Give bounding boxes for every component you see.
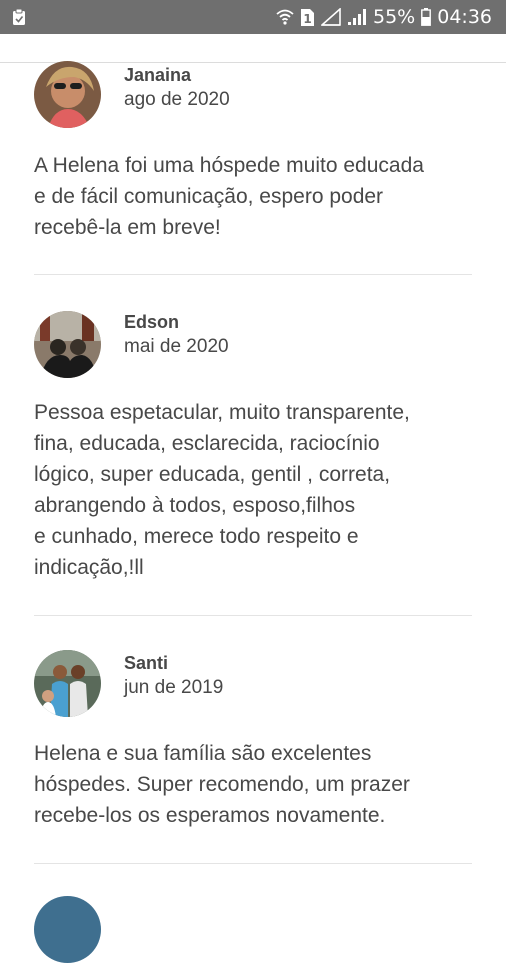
reviewer-avatar[interactable] [34,896,101,963]
review-date: ago de 2020 [124,89,230,110]
review-item: Janaina ago de 2020 A Helena foi uma hós… [34,61,472,261]
no-signal-icon [321,8,341,26]
divider [34,615,472,616]
review-date: jun de 2019 [124,677,224,698]
wifi-icon [276,9,294,25]
svg-text:1: 1 [303,12,311,26]
battery-icon [421,8,432,26]
reviewer-avatar[interactable] [34,650,101,717]
review-text: Pessoa espetacular, muito transparente, … [34,401,410,579]
sim-icon: 1 [300,8,315,27]
reviewer-avatar[interactable] [34,311,101,378]
battery-percent: 55% [373,6,416,28]
review-text: A Helena foi uma hóspede muito educada e… [34,154,424,239]
app-header [0,34,506,63]
signal-icon [347,8,367,26]
divider [34,274,472,275]
divider [34,863,472,864]
review-item: Edson mai de 2020 Pessoa espetacular, mu… [34,311,472,591]
review-item: Santi jun de 2019 Helena e sua família s… [34,650,472,850]
review-date: mai de 2020 [124,336,229,357]
status-bar: 1 55% 04:36 [0,0,506,34]
clipboard-icon [12,8,26,26]
reviewer-name[interactable]: Santi [124,653,168,674]
reviewer-name[interactable]: Edson [124,312,179,333]
reviewer-avatar[interactable] [34,61,101,128]
clock: 04:36 [437,6,492,28]
reviewer-name[interactable]: Janaina [124,65,191,86]
review-text: Helena e sua família são excelentes hósp… [34,742,410,827]
